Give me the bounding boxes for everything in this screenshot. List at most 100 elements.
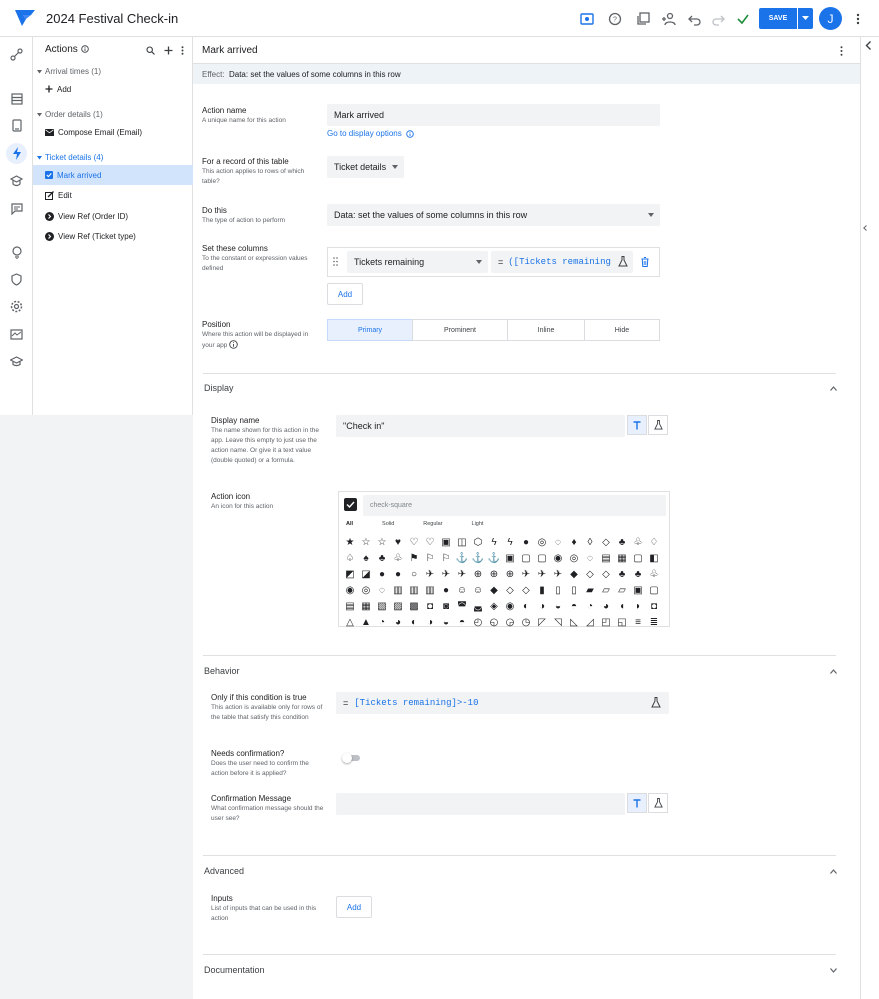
rail-automation-icon[interactable] (6, 44, 27, 65)
redo-icon[interactable] (710, 11, 726, 27)
documentation-section-title[interactable]: Documentation (204, 965, 265, 975)
do-this-select[interactable]: Data: set the values of some columns in … (327, 204, 660, 226)
icon-option[interactable]: ◊ (582, 534, 598, 550)
icon-tab-all[interactable]: All (346, 521, 353, 527)
icon-option[interactable]: ▨ (390, 598, 406, 614)
icon-option[interactable]: ▥ (390, 582, 406, 598)
icon-option[interactable]: ◖ (614, 598, 630, 614)
icon-option[interactable]: ★ (342, 534, 358, 550)
icon-option[interactable]: ▣ (438, 534, 454, 550)
icon-option[interactable]: ▩ (406, 598, 422, 614)
icon-option[interactable]: ♣ (374, 550, 390, 566)
avatar[interactable]: J (819, 7, 842, 30)
icon-option[interactable]: ⊕ (502, 566, 518, 582)
icon-option[interactable]: ◰ (598, 614, 614, 630)
icon-option[interactable]: ◕ (598, 598, 614, 614)
rail-learn-icon[interactable] (6, 351, 27, 372)
icon-option[interactable]: ◙ (438, 598, 454, 614)
chevron-left-icon[interactable] (865, 41, 872, 52)
icon-option[interactable]: ◉ (550, 550, 566, 566)
icon-tab-regular[interactable]: Regular (423, 521, 442, 527)
icon-option[interactable]: ⚑ (406, 550, 422, 566)
icon-option[interactable]: ◘ (646, 598, 662, 614)
icon-option[interactable]: ◿ (582, 614, 598, 630)
rail-chat-icon[interactable] (6, 198, 27, 219)
icon-option[interactable]: ☺ (454, 582, 470, 598)
icon-option[interactable]: ▥ (406, 582, 422, 598)
icon-option[interactable]: ✈ (454, 566, 470, 582)
tree-item-add[interactable]: Add (33, 79, 193, 99)
icon-option[interactable]: ○ (406, 566, 422, 582)
flask-icon[interactable] (648, 415, 668, 435)
icon-option[interactable]: ◇ (598, 534, 614, 550)
icon-option[interactable]: ⚓ (486, 550, 502, 566)
icon-option[interactable]: ◸ (534, 614, 550, 630)
icon-option[interactable]: ▱ (598, 582, 614, 598)
icon-option[interactable]: ▢ (534, 550, 550, 566)
copy-app-icon[interactable] (635, 11, 651, 27)
display-section-title[interactable]: Display (204, 383, 234, 393)
icon-option[interactable]: ▣ (502, 550, 518, 566)
icon-option[interactable]: ♤ (342, 550, 358, 566)
display-options-link[interactable]: Go to display options (327, 129, 414, 138)
icon-option[interactable]: ▯ (566, 582, 582, 598)
rail-settings-icon[interactable] (6, 296, 27, 317)
position-primary[interactable]: Primary (327, 319, 413, 341)
icon-option[interactable]: ⚐ (422, 550, 438, 566)
icon-option[interactable]: ◉ (342, 582, 358, 598)
chevron-up-icon[interactable] (829, 384, 837, 392)
rail-shield-icon[interactable] (6, 269, 27, 290)
icon-option[interactable]: ◗ (630, 598, 646, 614)
icon-option[interactable]: ✈ (438, 566, 454, 582)
needs-confirmation-toggle[interactable] (342, 753, 362, 763)
tree-item-edit[interactable]: Edit (33, 185, 193, 205)
icon-option[interactable]: ● (374, 566, 390, 582)
chevron-left-small-icon[interactable] (863, 223, 867, 233)
check-status-icon[interactable] (735, 11, 751, 27)
icon-option[interactable]: ◫ (454, 534, 470, 550)
chevron-down-icon[interactable] (829, 966, 837, 974)
icon-option[interactable]: △ (342, 614, 358, 630)
icon-option[interactable]: ▱ (614, 582, 630, 598)
add-icon[interactable] (163, 45, 173, 55)
group-arrival-times[interactable]: Arrival times (1) (37, 67, 101, 76)
icon-option[interactable]: ▢ (518, 550, 534, 566)
icon-option[interactable]: ◺ (566, 614, 582, 630)
icon-option[interactable]: ◌ (582, 550, 598, 566)
icon-option[interactable]: ☺ (470, 582, 486, 598)
save-button[interactable]: SAVE (759, 8, 797, 29)
record-table-select[interactable]: Ticket details (327, 156, 404, 178)
icon-option[interactable]: ✈ (422, 566, 438, 582)
tree-item-view-ref-order[interactable]: View Ref (Order ID) (33, 206, 193, 226)
icon-option[interactable]: ◶ (502, 614, 518, 630)
icon-option[interactable]: ▥ (422, 582, 438, 598)
icon-option[interactable]: ▮ (534, 582, 550, 598)
icon-option[interactable]: ◷ (518, 614, 534, 630)
icon-option[interactable]: ◔ (374, 614, 390, 630)
icon-option[interactable]: ≣ (646, 614, 662, 630)
icon-option[interactable]: ♧ (390, 550, 406, 566)
position-hide[interactable]: Hide (584, 319, 660, 341)
chevron-up-icon[interactable] (829, 867, 837, 875)
more-vert-icon[interactable] (177, 45, 187, 55)
icon-option[interactable]: ☆ (374, 534, 390, 550)
group-order-details[interactable]: Order details (1) (37, 110, 103, 119)
tree-item-compose-email[interactable]: Compose Email (Email) (33, 122, 193, 142)
more-vert-icon[interactable] (840, 46, 843, 58)
display-name-input[interactable]: "Check in" (336, 415, 625, 437)
icon-option[interactable]: ◎ (358, 582, 374, 598)
icon-option[interactable]: ◎ (566, 550, 582, 566)
icon-option[interactable]: ▤ (342, 598, 358, 614)
icon-option[interactable]: ◩ (342, 566, 358, 582)
icon-option[interactable]: ♠ (358, 550, 374, 566)
icon-option[interactable]: ◎ (534, 534, 550, 550)
drag-handle-icon[interactable] (333, 257, 338, 268)
icon-tab-solid[interactable]: Solid (382, 521, 394, 527)
icon-option[interactable]: ◚ (454, 598, 470, 614)
icon-option[interactable]: ϟ (486, 534, 502, 550)
icon-option[interactable]: ◘ (422, 598, 438, 614)
icon-option[interactable]: ▰ (582, 582, 598, 598)
icon-option[interactable]: ▤ (598, 550, 614, 566)
icon-option[interactable]: ⬡ (470, 534, 486, 550)
undo-icon[interactable] (687, 11, 703, 27)
